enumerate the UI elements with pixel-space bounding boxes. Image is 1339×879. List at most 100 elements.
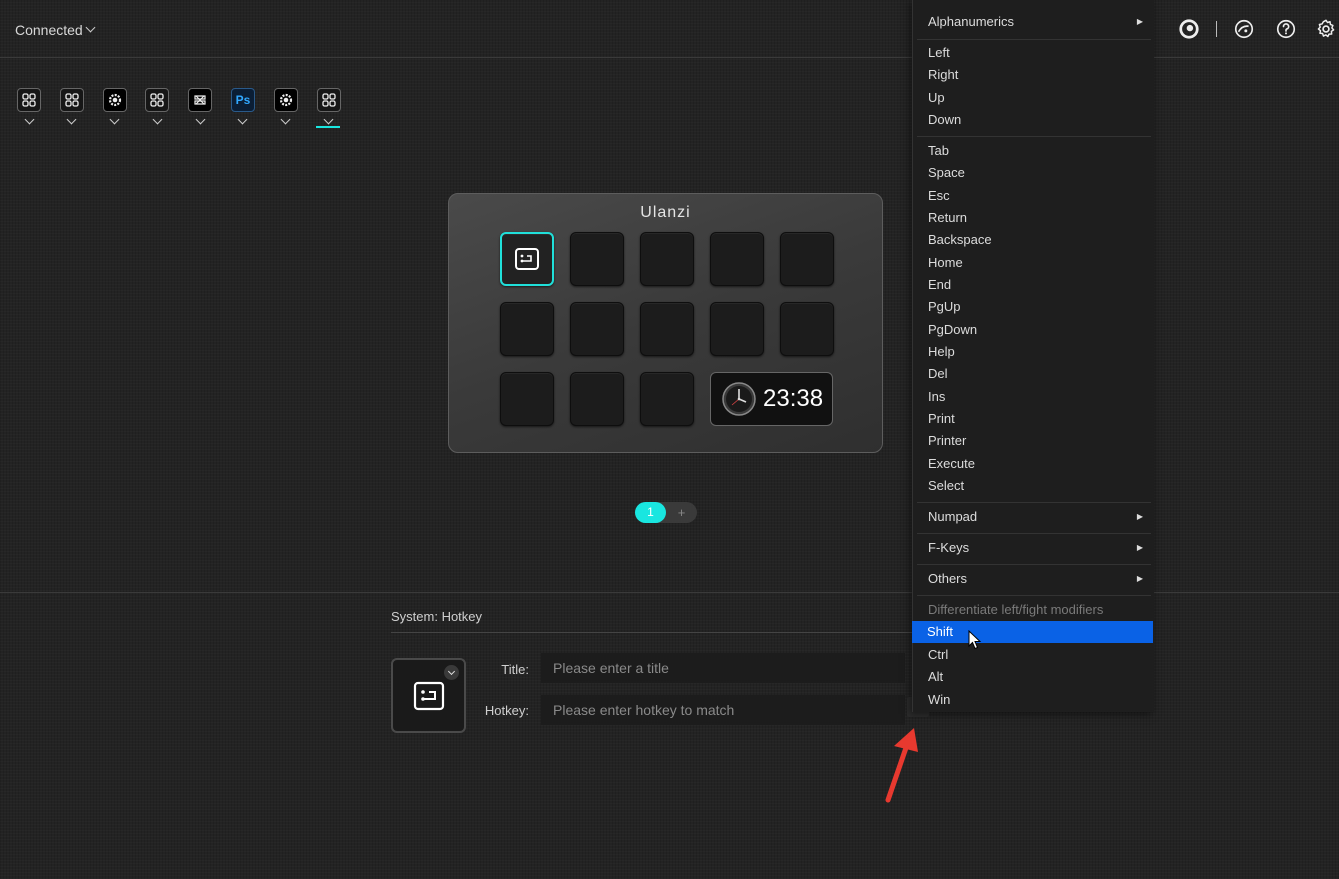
submenu-arrow-icon: ▶ [1136, 512, 1143, 521]
profile-tab[interactable] [144, 88, 170, 125]
submenu-arrow-icon: ▶ [1136, 574, 1143, 583]
menu-item-down[interactable]: Down [913, 109, 1155, 131]
grid-icon [316, 88, 341, 112]
device-key[interactable] [570, 302, 624, 356]
toolbar-divider [1216, 21, 1217, 37]
grid-icon [59, 88, 84, 112]
profile-tab-active[interactable] [315, 88, 342, 128]
menu-item-end[interactable]: End [913, 274, 1155, 296]
title-label: Title: [501, 662, 529, 677]
photoshop-icon: Ps [230, 88, 255, 112]
menu-item-del[interactable]: Del [913, 363, 1155, 385]
grid-icon [17, 88, 41, 112]
palette-icon[interactable] [1231, 16, 1257, 42]
menu-item-space[interactable]: Space [913, 162, 1155, 184]
menu-item-home[interactable]: Home [913, 252, 1155, 274]
device-key[interactable] [570, 372, 624, 426]
chevron-down-icon[interactable] [152, 114, 163, 125]
section-title: System: Hotkey [391, 609, 483, 624]
grid-icon [145, 88, 170, 112]
hotkey-icon [413, 681, 444, 710]
profile-tab[interactable] [16, 88, 42, 125]
device-key[interactable] [500, 302, 554, 356]
capcut-icon [188, 88, 213, 112]
settings-icon[interactable] [1313, 16, 1339, 42]
menu-item-backspace[interactable]: Backspace [913, 229, 1155, 251]
menu-item-tab[interactable]: Tab [913, 140, 1155, 162]
add-page-button[interactable]: + [666, 502, 697, 523]
device-key[interactable] [500, 372, 554, 426]
profile-tab[interactable] [102, 88, 128, 125]
menu-item-alphanumerics[interactable]: Alphanumerics ▶ [913, 11, 1155, 33]
menu-item-select[interactable]: Select [913, 475, 1155, 497]
chevron-down-icon [85, 22, 96, 33]
menu-item-left[interactable]: Left [913, 42, 1155, 64]
menu-item-right[interactable]: Right [913, 64, 1155, 86]
help-icon[interactable] [1273, 16, 1299, 42]
profile-tab[interactable] [59, 88, 85, 125]
profile-strip: Ps [16, 88, 358, 128]
clock-key[interactable]: 23:38 [710, 372, 833, 426]
menu-item-printer[interactable]: Printer [913, 430, 1155, 452]
menu-separator [917, 39, 1151, 40]
device-key[interactable] [710, 232, 764, 286]
chevron-down-icon[interactable] [195, 114, 206, 125]
hotkey-input[interactable] [541, 695, 905, 725]
clock-time: 23:38 [763, 385, 824, 412]
connection-dropdown[interactable]: Connected [15, 22, 96, 38]
hotkey-menu: Alphanumerics ▶ Left Right Up Down Tab Sp… [912, 0, 1154, 712]
menu-item-pgdown[interactable]: PgDown [913, 319, 1155, 341]
menu-separator [917, 136, 1151, 137]
chevron-down-icon[interactable] [323, 114, 334, 125]
hotkey-label: Hotkey: [484, 703, 529, 718]
menu-item-win[interactable]: Win [913, 689, 1155, 711]
menu-item-f-keys[interactable]: F-Keys ▶ [913, 537, 1155, 559]
menu-item-alt[interactable]: Alt [913, 666, 1155, 688]
menu-item-print[interactable]: Print [913, 408, 1155, 430]
device-key[interactable] [640, 372, 694, 426]
menu-item-return[interactable]: Return [913, 207, 1155, 229]
chevron-down-icon[interactable] [238, 114, 248, 125]
chevron-down-icon[interactable] [24, 114, 34, 125]
menu-item-ins[interactable]: Ins [913, 386, 1155, 408]
chevron-down-icon[interactable] [444, 665, 459, 680]
menu-item-esc[interactable]: Esc [913, 185, 1155, 207]
page-switcher: 1 + [635, 502, 697, 523]
menu-item-help[interactable]: Help [913, 341, 1155, 363]
device-key[interactable] [780, 302, 834, 356]
menu-item-ctrl[interactable]: Ctrl [913, 644, 1155, 666]
ulanzi-logo-icon[interactable] [1176, 16, 1202, 42]
menu-item-execute[interactable]: Execute [913, 453, 1155, 475]
menu-separator [917, 564, 1151, 565]
menu-item-shift[interactable]: Shift [912, 621, 1153, 643]
menu-separator [917, 595, 1151, 596]
chevron-down-icon[interactable] [280, 114, 291, 125]
device-key[interactable] [570, 232, 624, 286]
device-key[interactable] [710, 302, 764, 356]
gear-icon [273, 88, 298, 112]
device-key[interactable] [780, 232, 834, 286]
profile-tab[interactable] [187, 88, 213, 125]
menu-item-up[interactable]: Up [913, 87, 1155, 109]
clock-icon [722, 382, 756, 416]
chevron-down-icon[interactable] [109, 114, 120, 125]
profile-tab[interactable]: Ps [230, 88, 256, 125]
title-input[interactable] [541, 653, 905, 683]
gear-icon [102, 88, 127, 112]
device-key-selected[interactable] [500, 232, 554, 286]
menu-item-numpad[interactable]: Numpad ▶ [913, 506, 1155, 528]
chevron-down-icon[interactable] [66, 114, 77, 125]
device-key[interactable] [640, 302, 694, 356]
device-panel: Ulanzi 23:38 [448, 193, 883, 453]
submenu-arrow-icon: ▶ [1136, 17, 1143, 26]
menu-item-others[interactable]: Others ▶ [913, 568, 1155, 590]
page-1-button[interactable]: 1 [635, 502, 666, 523]
key-preview[interactable] [391, 658, 466, 733]
top-toolbar [1176, 16, 1339, 42]
annotation-arrow-icon [885, 728, 918, 803]
device-key[interactable] [640, 232, 694, 286]
profile-tab[interactable] [273, 88, 299, 125]
menu-item-pgup[interactable]: PgUp [913, 296, 1155, 318]
connection-status: Connected [15, 22, 83, 38]
submenu-arrow-icon: ▶ [1136, 543, 1143, 552]
